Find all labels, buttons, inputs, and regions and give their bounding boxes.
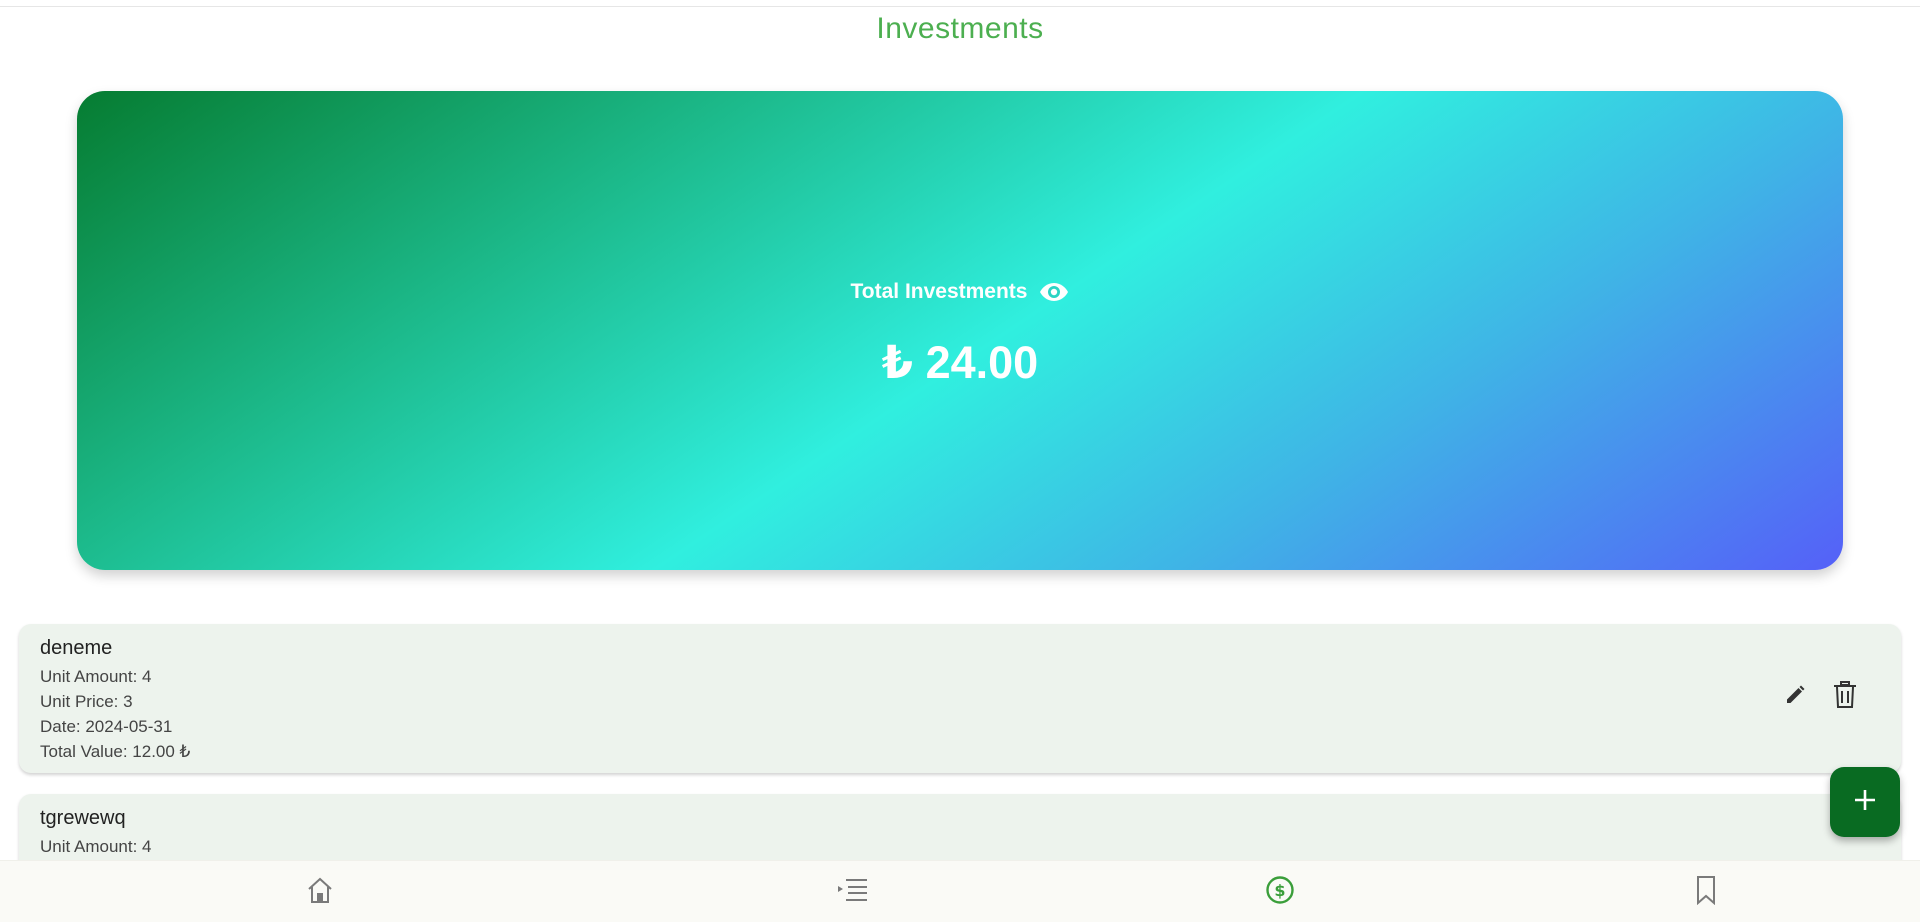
investments-screen: Investments Total Investments ₺ 24.00 de…: [0, 0, 1920, 922]
nav-home[interactable]: [303, 875, 337, 909]
nav-investments[interactable]: $: [1263, 875, 1297, 909]
investment-name: deneme: [40, 637, 113, 659]
plus-icon: [1852, 787, 1878, 818]
investment-total-value: Total Value: 12.00 ₺: [40, 742, 191, 761]
nav-transactions[interactable]: [836, 875, 870, 909]
dollar-icon: $: [1265, 875, 1295, 910]
total-label-row: Total Investments: [77, 280, 1843, 304]
total-investments-value: ₺ 24.00: [881, 337, 1039, 388]
page-title: Investments: [876, 12, 1044, 45]
trash-icon: [1832, 680, 1858, 714]
bookmark-icon: [1694, 875, 1718, 910]
bottom-navigation: $: [0, 860, 1920, 922]
home-icon: [305, 875, 335, 910]
add-investment-button[interactable]: [1830, 767, 1900, 837]
nav-saved[interactable]: [1689, 875, 1723, 909]
top-divider: [0, 6, 1920, 7]
investment-unit-amount: Unit Amount: 4: [40, 667, 152, 686]
investment-date: Date: 2024-05-31: [40, 717, 173, 736]
total-investments-card: Total Investments ₺ 24.00: [77, 91, 1843, 570]
investment-item[interactable]: deneme Unit Amount: 4 Unit Price: 3 Date…: [19, 624, 1901, 773]
investment-unit-amount: Unit Amount: 4: [40, 837, 152, 856]
investment-name: tgrewewq: [40, 807, 126, 829]
list-icon: [837, 877, 869, 908]
investment-unit-price: Unit Price: 3: [40, 692, 133, 711]
investment-actions: [1779, 680, 1861, 714]
delete-button[interactable]: [1829, 680, 1861, 714]
svg-text:$: $: [1274, 881, 1285, 900]
eye-icon[interactable]: [1039, 281, 1069, 303]
edit-button[interactable]: [1779, 681, 1811, 713]
total-investments-label: Total Investments: [850, 280, 1028, 303]
pencil-icon: [1783, 683, 1807, 712]
